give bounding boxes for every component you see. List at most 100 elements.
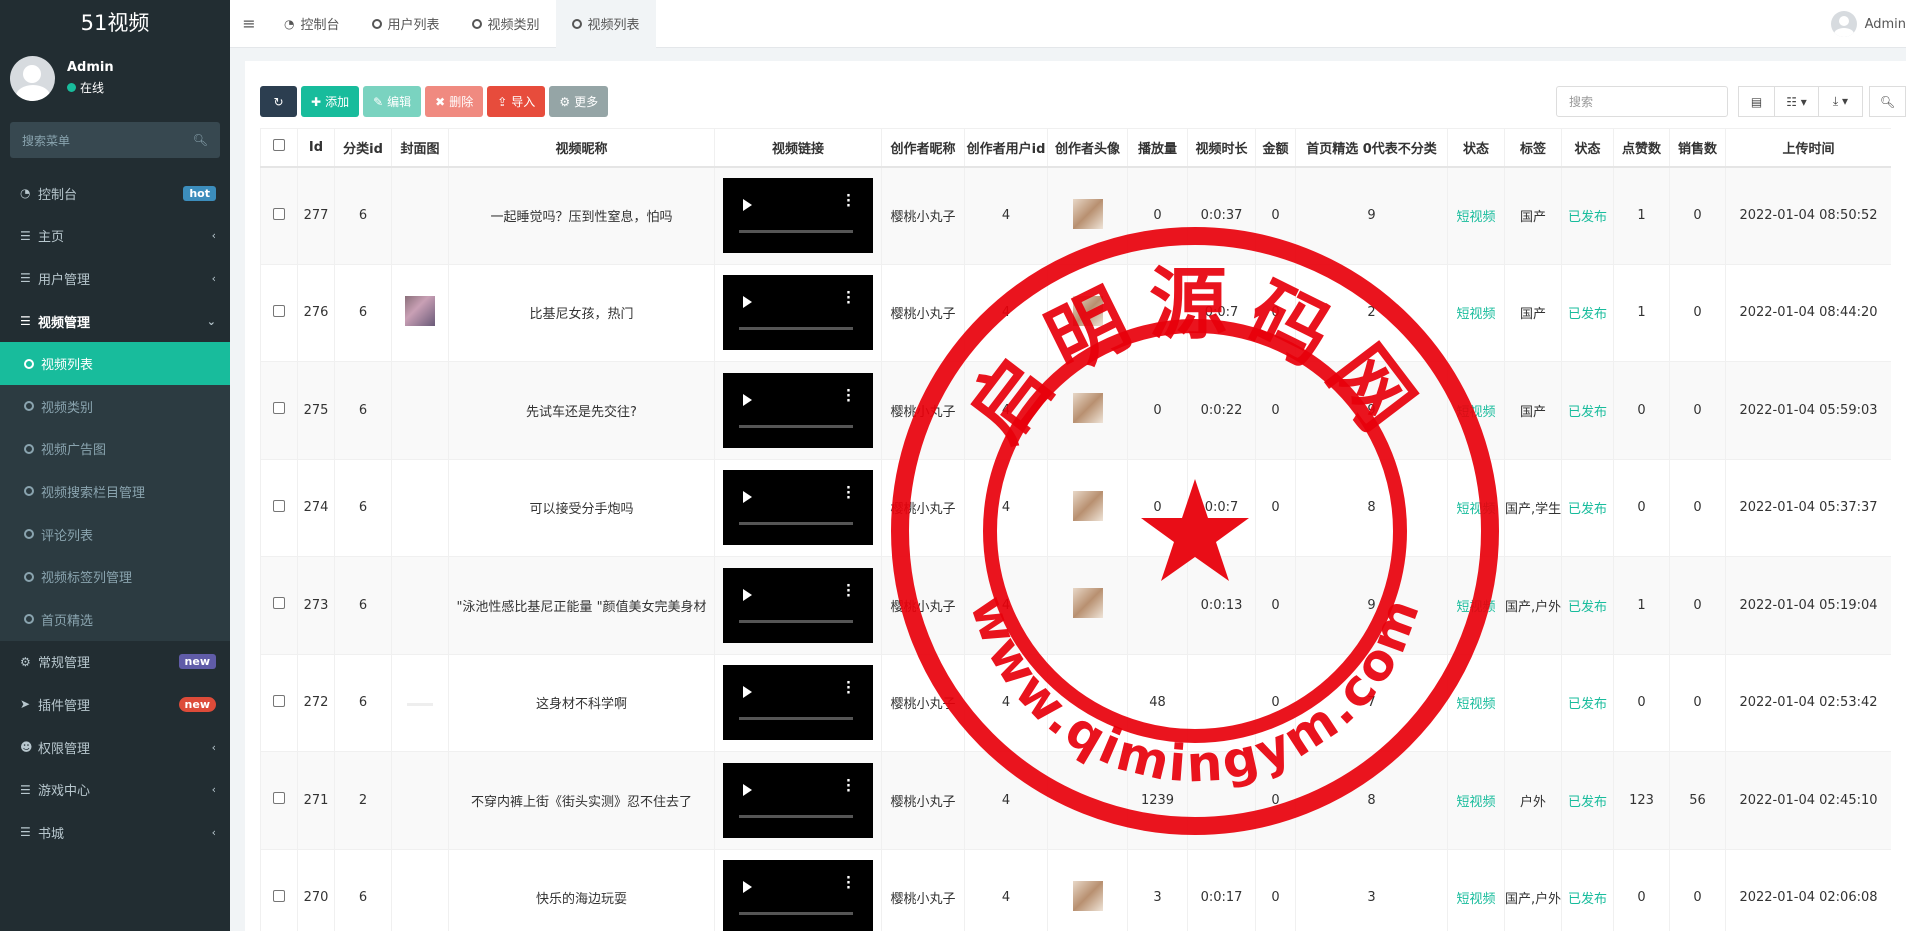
play-icon[interactable] [743,881,752,894]
progress-bar[interactable] [739,230,853,233]
export-button[interactable]: ⤓ ▾ [1819,86,1863,117]
play-icon[interactable] [743,393,752,406]
hamburger-icon[interactable]: ≡ [230,14,268,33]
columns-button[interactable]: ☷ ▾ [1775,86,1819,117]
video-player[interactable]: · · · [723,275,873,351]
progress-bar[interactable] [739,619,853,623]
video-player[interactable]: · · · [723,860,873,931]
progress-bar[interactable] [739,424,853,428]
sidebar-item-video-category[interactable]: 视频类别 [0,385,230,428]
video-player[interactable]: · · · [723,470,873,546]
col-header[interactable]: 封面图 [391,128,449,168]
table-row[interactable]: 270 6 快乐的海边玩耍 · · · 樱桃小丸子 4 3 0:0:17 0 3 短视频 国产,户外 已发布… [260,848,1891,931]
progress-bar[interactable] [739,522,853,526]
col-header[interactable]: 创作者昵称 [881,128,965,168]
col-header[interactable]: 金额 [1255,128,1296,168]
play-icon[interactable] [743,491,752,504]
col-header[interactable]: Id [297,128,335,168]
search-icon[interactable]: 🔍︎ [193,133,208,147]
col-header[interactable]: 创作者用户id [964,128,1048,168]
sidebar-item-video-list[interactable]: 视频列表 [0,342,230,385]
tab-user-list[interactable]: 用户列表 [356,0,456,48]
menu-item-home[interactable]: ☰ 主页 ‹ [0,215,230,258]
table-row[interactable]: 274 6 可以接受分手炮吗 · · · 樱桃小丸子 4 0 0:0:7 0 8 短视频 国产,学生 已发布… [260,458,1891,557]
more-vertical-icon[interactable]: · · · [846,482,851,505]
import-button[interactable]: ⇪ 导入 [487,86,546,117]
play-icon[interactable] [743,588,752,601]
row-checkbox[interactable] [260,556,298,655]
col-header[interactable]: 创作者头像 [1047,128,1128,168]
progress-bar[interactable] [739,327,853,331]
col-header[interactable]: 上传时间 [1725,128,1891,168]
refresh-button[interactable]: ↻ [260,86,297,117]
row-checkbox[interactable] [260,166,298,265]
video-player[interactable]: · · · [723,665,873,741]
edit-button[interactable]: ✎ 编辑 [363,86,422,117]
app-logo[interactable]: 51视频 [0,0,230,44]
col-header[interactable]: 视频时长 [1187,128,1256,168]
table-row[interactable]: 273 6 "泳池性感比基尼正能量 "颜值美女完美身材 · · · 樱桃小丸子 4 0:0:13… [260,556,1891,655]
row-checkbox[interactable] [260,458,298,557]
col-header[interactable]: 点赞数 [1613,128,1670,168]
sidebar-search-input[interactable]: 搜索菜单 🔍︎ [10,122,220,158]
top-user-menu[interactable]: Admin [1830,0,1906,48]
progress-bar[interactable] [739,912,853,916]
table-row[interactable]: 276 6 比基尼女孩，热门 · · · 樱桃小丸子 4 0:0:7 0 2 短视频 国产 已发布 1 0 20… [260,263,1891,362]
more-vertical-icon[interactable]: · · · [846,677,851,700]
row-checkbox[interactable] [260,263,298,362]
tab-video-list[interactable]: 视频列表 [555,0,656,48]
table-row[interactable]: 277 6 一起睡觉吗？压到性窒息，怕吗 · · · 樱桃小丸子 4 0 0:0:37 0 9 短视频国… [260,166,1891,265]
more-vertical-icon[interactable]: · · · [846,872,851,895]
play-icon[interactable] [743,296,752,309]
sidebar-item-video-tags[interactable]: 视频标签列管理 [0,555,230,598]
sidebar-item-comments[interactable]: 评论列表 [0,513,230,556]
row-checkbox[interactable] [260,361,298,460]
toggle-view-button[interactable]: ▤ [1738,86,1775,117]
table-search-input[interactable]: 搜索 [1556,86,1728,117]
col-header[interactable]: 标签 [1504,128,1562,168]
col-header[interactable]: 状态 [1447,128,1505,168]
table-row[interactable]: 272 6 这身材不科学啊 · · · 樱桃小丸子 4 48 0 7 短视频 已发布 0 0 2022-01-… [260,653,1891,752]
table-row[interactable]: 275 6 先试车还是先交往? · · · 樱桃小丸子 4 0 0:0:22 0 9 短视频 国产 已发布 0… [260,361,1891,460]
row-checkbox[interactable] [260,751,298,850]
col-header[interactable]: 视频昵称 [448,128,715,168]
more-vertical-icon[interactable]: · · · [846,580,851,603]
video-player[interactable]: · · · [723,762,873,838]
row-checkbox[interactable] [260,848,298,931]
col-header[interactable]: 播放量 [1127,128,1188,168]
menu-item-general[interactable]: ⚙ 常规管理 new [0,641,230,684]
table-row[interactable]: 271 2 不穿内裤上街《街头实测》忍不住去了 · · · 樱桃小丸子 4 1239 0 8 短视频户… [260,751,1891,850]
more-vertical-icon[interactable]: · · · [846,385,851,408]
menu-item-games[interactable]: ☰ 游戏中心 ‹ [0,768,230,811]
menu-item-dashboard[interactable]: ◔ 控制台 hot [0,172,230,215]
col-header[interactable]: 分类id [334,128,392,168]
menu-item-user-management[interactable]: ☰ 用户管理 ‹ [0,257,230,300]
menu-item-plugins[interactable]: ➤ 插件管理 new [0,683,230,726]
play-icon[interactable] [743,783,752,796]
tab-video-category[interactable]: 视频类别 [456,0,556,48]
video-player[interactable]: · · · [723,372,873,448]
col-header[interactable]: 销售数 [1669,128,1726,168]
sidebar-item-video-search-column[interactable]: 视频搜索栏目管理 [0,470,230,513]
more-vertical-icon[interactable]: · · · [846,775,851,798]
col-header[interactable]: 首页精选 0代表不分类 [1295,128,1448,168]
more-vertical-icon[interactable]: · · · [846,287,851,310]
progress-bar[interactable] [739,814,853,818]
row-checkbox[interactable] [260,653,298,752]
delete-button[interactable]: ✖ 删除 [425,86,484,117]
more-button[interactable]: ⚙ 更多 [549,86,609,117]
menu-item-permissions[interactable]: ☻ 权限管理 ‹ [0,726,230,769]
select-all-checkbox[interactable] [260,128,298,168]
play-icon[interactable] [743,199,752,211]
progress-bar[interactable] [739,717,853,721]
video-player[interactable]: · · · [723,567,873,643]
search-button[interactable]: 🔍︎ [1869,86,1906,117]
add-button[interactable]: ✚ 添加 [301,86,360,117]
video-player[interactable]: · · · [723,178,873,253]
sidebar-item-featured[interactable]: 首页精选 [0,598,230,641]
menu-item-video-management[interactable]: ☰ 视频管理 ⌄ [0,300,230,343]
col-header[interactable]: 状态 [1561,128,1614,168]
menu-item-books[interactable]: ☰ 书城 ‹ [0,811,230,854]
more-vertical-icon[interactable]: · · · [846,190,851,213]
play-icon[interactable] [743,686,752,699]
